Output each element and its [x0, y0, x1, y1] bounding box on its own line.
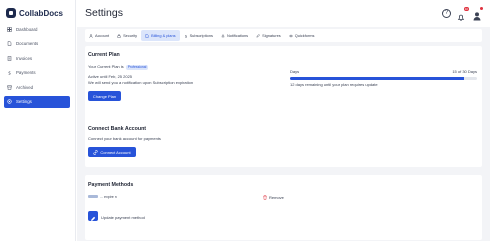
remove-card-link[interactable]: Remove	[269, 195, 284, 200]
payments-icon: $	[8, 70, 11, 75]
pencil-icon	[91, 216, 96, 221]
bell-icon	[221, 34, 225, 37]
reminder-text: We will send you a notification upon Sub…	[88, 80, 194, 85]
document-icon	[7, 41, 12, 46]
top-header: Settings ? 10	[77, 0, 490, 27]
active-until-text: Active until Feb, 25 2025	[88, 74, 133, 79]
svg-text:$: $	[8, 70, 11, 75]
tab-label: Signatures	[262, 33, 281, 38]
tab-signatures[interactable]: Signatures	[252, 30, 285, 41]
plan-badge: Professional	[125, 64, 149, 70]
update-payment-label[interactable]: Update payment method	[101, 215, 145, 220]
days-progress-bar	[290, 77, 477, 80]
card-title: Connect Bank Account	[88, 126, 147, 132]
sidebar-item-label: Payments	[16, 70, 36, 75]
tab-notifications[interactable]: Notifications	[217, 30, 252, 41]
eye-icon	[288, 34, 293, 37]
notification-badge: 10	[463, 6, 469, 11]
sidebar-item-label: Archived	[16, 84, 34, 90]
update-payment-button[interactable]	[88, 211, 98, 221]
sidebar-item-label: Documents	[16, 41, 39, 46]
card-expiry-text: ... expire n	[100, 195, 117, 199]
settings-tabs: Account Security Billing & plans $ Subsc…	[85, 29, 482, 42]
lock-icon	[117, 33, 121, 38]
page-title: Settings	[85, 7, 123, 19]
bank-account-card: Connect Bank Account Connect your bank a…	[85, 121, 482, 167]
archive-icon	[7, 85, 12, 90]
bell-icon	[457, 14, 465, 21]
sidebar-item-settings[interactable]: Settings	[4, 95, 70, 108]
sidebar-nav: Dashboard Documents Invoices $ Payments …	[4, 23, 70, 110]
sidebar-item-archived[interactable]: Archived	[4, 81, 70, 93]
sidebar-item-dashboard[interactable]: Dashboard	[4, 23, 70, 35]
days-remaining-text: 12 days remaining until your plan requir…	[290, 82, 378, 87]
header-actions: ? 10	[442, 6, 483, 21]
sidebar-item-label: Invoices	[16, 55, 33, 61]
invoice-icon	[7, 55, 12, 61]
card-title: Current Plan	[88, 52, 120, 58]
tab-label: Subscriptions	[189, 33, 213, 38]
card-brand-icon	[88, 195, 98, 198]
card-title: Payment Methods	[88, 182, 134, 188]
tab-account[interactable]: Account	[85, 30, 113, 41]
tab-label: Notifications	[226, 33, 249, 38]
payment-methods-card: Payment Methods ... expire n Remove Upda…	[85, 175, 482, 240]
app-name: CollabDocs	[19, 8, 64, 18]
change-plan-button[interactable]: Change Plan	[88, 91, 121, 101]
tab-quickforms[interactable]: Quickforms	[285, 30, 319, 41]
plan-prefix: Your Current Plan is	[88, 64, 124, 69]
tab-label: Security	[123, 33, 138, 38]
link-icon	[93, 149, 98, 155]
tab-security[interactable]: Security	[113, 30, 141, 41]
plan-line: Your Current Plan is Professional	[88, 64, 149, 70]
main-content: Account Security Billing & plans $ Subsc…	[77, 27, 490, 241]
days-label: Days	[290, 69, 300, 74]
tab-subscriptions[interactable]: $ Subscriptions	[180, 30, 217, 41]
status-dot	[480, 7, 483, 10]
pen-icon	[256, 33, 261, 38]
document-icon	[145, 33, 149, 38]
tab-label: Quickforms	[294, 33, 315, 38]
avatar-icon	[473, 12, 481, 21]
sidebar-item-payments[interactable]: $ Payments	[4, 67, 70, 79]
svg-text:$: $	[184, 34, 186, 38]
sidebar: CollabDocs Dashboard Documents Invoices …	[0, 0, 76, 241]
days-progress-fill	[290, 77, 464, 80]
dollar-icon: $	[184, 34, 186, 38]
logo-icon	[6, 8, 16, 18]
app-logo[interactable]: CollabDocs	[6, 7, 63, 19]
avatar[interactable]	[472, 7, 483, 21]
dashboard-icon	[7, 26, 12, 32]
sidebar-item-label: Dashboard	[16, 26, 38, 32]
tab-label: Account	[95, 33, 110, 38]
sidebar-item-invoices[interactable]: Invoices	[4, 52, 70, 64]
days-count: 15 of 30 Days	[452, 69, 477, 74]
connect-account-label: Connect Account	[100, 149, 131, 155]
tab-label: Billing & plans	[151, 33, 176, 38]
trash-icon[interactable]	[263, 195, 267, 200]
bank-description: Connect your bank account for payments	[88, 136, 161, 141]
connect-account-button[interactable]: Connect Account	[88, 147, 136, 157]
sidebar-item-label: Settings	[16, 99, 32, 104]
user-icon	[89, 33, 93, 38]
notifications-button[interactable]: 10	[457, 6, 469, 21]
sidebar-item-documents[interactable]: Documents	[4, 38, 70, 50]
help-icon[interactable]: ?	[442, 8, 451, 18]
tab-billing-plans[interactable]: Billing & plans	[141, 30, 180, 41]
settings-icon	[7, 99, 12, 104]
